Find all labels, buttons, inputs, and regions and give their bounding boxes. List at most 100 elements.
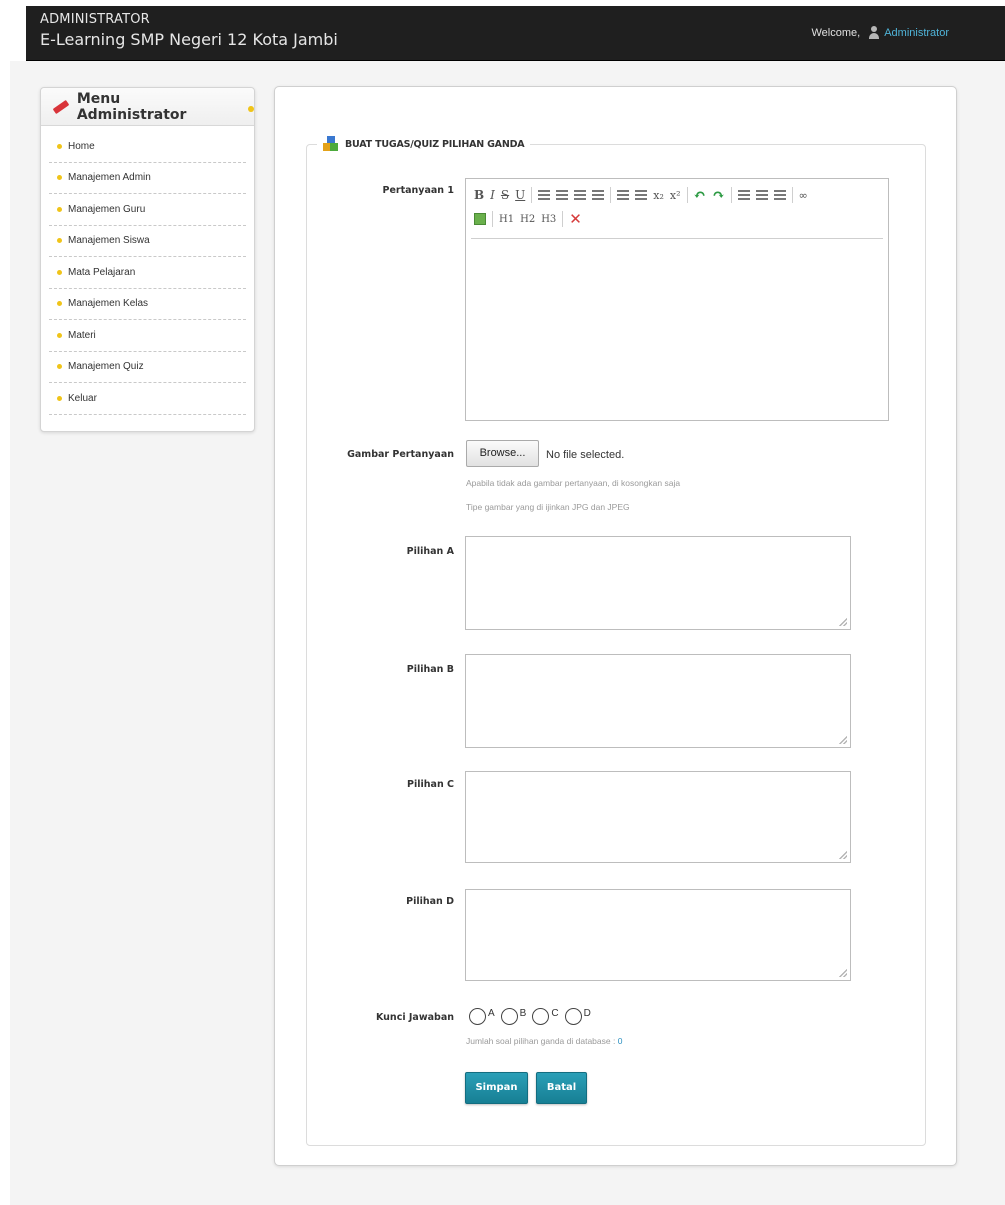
heading2-button[interactable]: H2 (520, 214, 535, 225)
welcome-text: Welcome, (811, 26, 861, 39)
heading3-button[interactable]: H3 (541, 214, 556, 225)
sidebar-item-label: Materi (68, 329, 96, 341)
ordered-list-icon[interactable] (737, 190, 750, 200)
image-label: Gambar Pertanyaan (347, 449, 454, 460)
bullet-icon (57, 238, 62, 244)
italic-button[interactable]: I (490, 188, 495, 202)
bullet-icon (57, 301, 62, 307)
toolbar-separator (562, 211, 564, 227)
user-link[interactable]: Administrator (884, 27, 949, 39)
radio-label: D (583, 1008, 591, 1019)
bullet-icon (57, 269, 62, 275)
browse-button[interactable]: Browse... (466, 440, 539, 467)
align-justify-icon[interactable] (592, 190, 605, 200)
radio-circle[interactable] (500, 1008, 518, 1025)
indicator-dot-icon (248, 105, 254, 112)
image-icon[interactable] (474, 213, 486, 225)
link-icon[interactable]: ∞ (799, 189, 808, 202)
sidebar-list: Home Manajemen Admin Manajemen Guru Mana… (41, 126, 254, 415)
file-status: No file selected. (546, 449, 625, 461)
sidebar-item-keluar[interactable]: Keluar (49, 383, 246, 415)
outdent-icon[interactable] (617, 190, 630, 200)
user-icon (868, 26, 880, 39)
sidebar-item-manajemen-admin[interactable]: Manajemen Admin (49, 163, 246, 194)
align-center-icon[interactable] (556, 190, 569, 200)
sidebar-title: Menu Administrator (76, 90, 187, 123)
choice-c-textarea[interactable] (465, 771, 851, 863)
sidebar-item-home[interactable]: Home (49, 131, 246, 163)
toolbar-separator (610, 187, 612, 203)
save-button[interactable]: Simpan (465, 1072, 528, 1104)
bullet-icon (57, 143, 62, 149)
align-left-icon[interactable] (538, 190, 551, 200)
sidebar-item-label: Keluar (68, 392, 97, 404)
remove-format-icon[interactable]: ✕ (569, 210, 582, 228)
choice-a-textarea[interactable] (465, 536, 851, 630)
bold-button[interactable]: B (474, 188, 484, 202)
undo-icon[interactable]: ↶ (694, 186, 707, 204)
sidebar-menu: Menu Administrator Home Manajemen Admin … (40, 87, 255, 432)
sidebar-item-materi[interactable]: Materi (49, 320, 246, 352)
welcome-area: Welcome, Administrator (811, 26, 949, 39)
bullet-icon (57, 175, 62, 181)
question-count: Jumlah soal pilihan ganda di database : … (466, 1036, 622, 1046)
role-title: ADMINISTRATOR (40, 12, 150, 27)
redo-icon[interactable]: ↷ (712, 186, 725, 204)
resize-grip-icon[interactable] (839, 618, 847, 626)
radio-circle[interactable] (532, 1008, 550, 1025)
sidebar-item-manajemen-siswa[interactable]: Manajemen Siswa (49, 226, 246, 257)
unordered-list-icon[interactable] (755, 190, 768, 200)
radio-label: A (488, 1008, 495, 1019)
toolbar-separator (492, 211, 493, 227)
choice-d-textarea[interactable] (465, 889, 851, 981)
choice-a-label: Pilihan A (406, 546, 454, 557)
underline-button[interactable]: U (515, 188, 525, 202)
radio-option-c[interactable]: C (532, 1008, 559, 1025)
question-label: Pertanyaan 1 (382, 185, 454, 196)
answer-key-label: Kunci Jawaban (375, 1012, 454, 1023)
heading1-button[interactable]: H1 (499, 214, 514, 225)
toolbar-separator (686, 187, 688, 203)
sidebar-item-manajemen-quiz[interactable]: Manajemen Quiz (49, 352, 246, 383)
editor-toolbar: B I S U x₂ x² ↶ ↷ ∞ H1 H2 H3 ✕ (471, 183, 883, 239)
align-right-icon[interactable] (574, 190, 587, 200)
strikethrough-button[interactable]: S (501, 188, 509, 202)
subscript-button[interactable]: x₂ (653, 189, 664, 202)
resize-grip-icon[interactable] (839, 969, 847, 977)
radio-circle[interactable] (564, 1008, 582, 1025)
indent-icon[interactable] (635, 190, 648, 200)
choice-b-textarea[interactable] (465, 654, 851, 748)
sidebar-item-manajemen-kelas[interactable]: Manajemen Kelas (49, 289, 246, 320)
radio-option-b[interactable]: B (500, 1008, 526, 1025)
count-text: Jumlah soal pilihan ganda di database : (466, 1036, 618, 1046)
form-title: BUAT TUGAS/QUIZ PILIHAN GANDA (345, 138, 525, 150)
choice-b-label: Pilihan B (406, 664, 454, 675)
bullet-icon (57, 206, 62, 212)
bullet-icon (57, 364, 62, 370)
sidebar-item-mata-pelajaran[interactable]: Mata Pelajaran (49, 257, 246, 289)
horizontal-rule-icon[interactable] (773, 190, 786, 200)
toolbar-row-2: H1 H2 H3 ✕ (471, 207, 883, 231)
pencil-icon (52, 101, 69, 113)
site-title: E-Learning SMP Negeri 12 Kota Jambi (40, 30, 338, 49)
toolbar-row-1: B I S U x₂ x² ↶ ↷ ∞ (471, 183, 883, 207)
radio-circle[interactable] (469, 1008, 486, 1025)
superscript-button[interactable]: x² (670, 189, 681, 202)
cancel-button[interactable]: Batal (536, 1072, 587, 1104)
sidebar-header: Menu Administrator (41, 88, 254, 126)
radio-option-d[interactable]: D (564, 1008, 591, 1025)
sidebar-item-label: Manajemen Quiz (68, 361, 144, 373)
toolbar-separator (730, 187, 732, 203)
sidebar-item-label: Manajemen Siswa (68, 235, 150, 247)
sidebar-item-manajemen-guru[interactable]: Manajemen Guru (49, 194, 246, 226)
radio-option-a[interactable]: A (469, 1008, 495, 1025)
sidebar-item-label: Mata Pelajaran (68, 266, 136, 278)
sidebar-item-label: Manajemen Kelas (68, 298, 149, 310)
resize-grip-icon[interactable] (839, 736, 847, 744)
question-editor[interactable]: B I S U x₂ x² ↶ ↷ ∞ H1 H2 H3 ✕ (465, 178, 889, 421)
sidebar-item-label: Home (68, 140, 95, 152)
resize-grip-icon[interactable] (839, 851, 847, 859)
sidebar-item-label: Manajemen Guru (68, 203, 146, 215)
blocks-icon (323, 136, 339, 152)
bullet-icon (57, 395, 62, 401)
